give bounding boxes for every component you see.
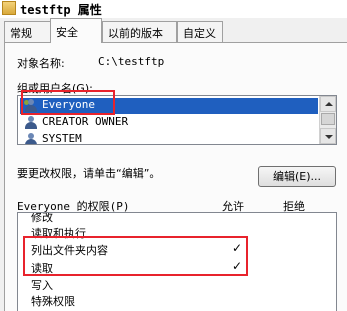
- edit-button[interactable]: 编辑(E)...: [258, 166, 336, 187]
- permissions-list: 修改 读取和执行 列出文件夹内容 ✓ 读取 ✓ 写入 特殊权限: [17, 212, 337, 311]
- scroll-down-icon[interactable]: [320, 128, 336, 144]
- user-icon: [24, 116, 38, 129]
- permission-name: 特殊权限: [31, 295, 75, 308]
- user-name: SYSTEM: [42, 132, 82, 145]
- permission-name: 读取和执行: [31, 227, 86, 240]
- tab-security-label: 安全: [56, 26, 78, 39]
- check-icon: ✓: [232, 241, 243, 255]
- table-row: 修改: [18, 213, 318, 224]
- folder-icon: [2, 1, 16, 15]
- table-row: 写入: [18, 276, 318, 292]
- tab-previous-versions-label: 以前的版本: [108, 27, 163, 40]
- tab-general[interactable]: 常规: [4, 21, 51, 42]
- tab-general-label: 常规: [10, 27, 32, 40]
- list-item-everyone[interactable]: Everyone: [20, 98, 318, 114]
- object-name-label: 对象名称:: [17, 57, 65, 70]
- permission-name: 列出文件夹内容: [31, 244, 108, 257]
- table-row: 特殊权限: [18, 292, 318, 308]
- title-bar: testftp 属性: [0, 0, 347, 18]
- users-label: 组或用户名(G):: [17, 82, 93, 95]
- tab-custom[interactable]: 自定义: [177, 21, 223, 42]
- permission-name: 写入: [31, 279, 53, 292]
- check-icon: ✓: [232, 259, 243, 273]
- user-list[interactable]: Everyone CREATOR OWNER SYSTEM: [17, 95, 337, 145]
- edit-hint: 要更改权限，请单击“编辑”。: [17, 167, 161, 180]
- scroll-thumb[interactable]: [321, 113, 335, 125]
- permission-name: 读取: [31, 262, 53, 275]
- list-item-system[interactable]: SYSTEM: [20, 132, 318, 145]
- user-list-scrollbar[interactable]: [319, 96, 336, 144]
- properties-dialog: testftp 属性 常规 安全 以前的版本 自定义 对象名称: C:\test…: [0, 0, 347, 311]
- user-icon: [24, 133, 38, 144]
- tab-previous-versions[interactable]: 以前的版本: [102, 21, 177, 42]
- permissions-header: Everyone 的权限(P) 允许 拒绝: [17, 198, 337, 213]
- table-row: 列出文件夹内容 ✓: [18, 241, 318, 257]
- group-icon: [24, 99, 38, 112]
- tab-security[interactable]: 安全: [50, 18, 102, 43]
- table-row: 读取和执行: [18, 224, 318, 240]
- table-row: 读取 ✓: [18, 259, 318, 275]
- user-name: Everyone: [42, 98, 95, 111]
- object-name-value: C:\testftp: [98, 55, 165, 68]
- tab-custom-label: 自定义: [183, 27, 216, 40]
- scroll-up-icon[interactable]: [320, 96, 336, 112]
- window-title: testftp 属性: [20, 3, 102, 17]
- list-item-creator-owner[interactable]: CREATOR OWNER: [20, 115, 318, 131]
- user-name: CREATOR OWNER: [42, 115, 129, 128]
